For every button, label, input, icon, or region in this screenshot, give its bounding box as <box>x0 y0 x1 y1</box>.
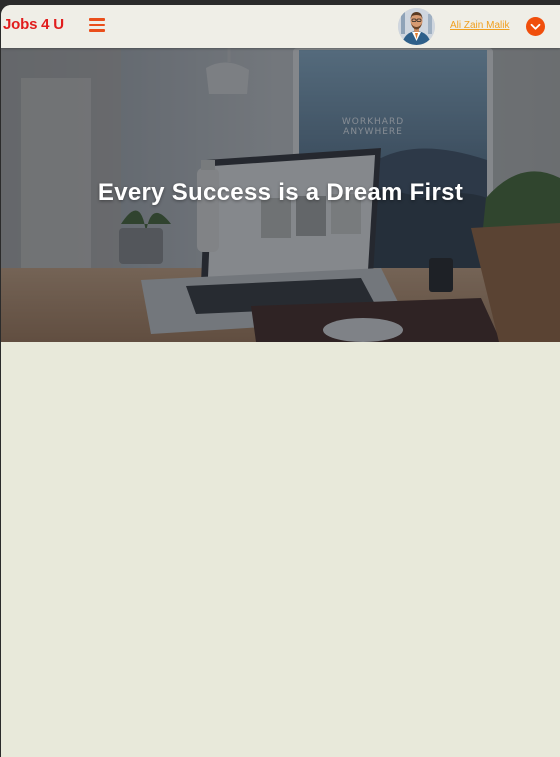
hamburger-menu-icon[interactable] <box>89 18 105 32</box>
user-name-link[interactable]: Ali Zain Malik <box>450 20 509 31</box>
browser-viewport: Jobs 4 U Ali Zain Malik WORKHARD ANYWHER… <box>1 5 560 757</box>
main-content <box>1 342 560 757</box>
avatar[interactable] <box>398 8 435 45</box>
navbar: Jobs 4 U Ali Zain Malik <box>1 5 560 48</box>
hero-heading: Every Success is a Dream First <box>97 179 464 206</box>
hero-banner: WORKHARD ANYWHERE Every Success is a Dre… <box>1 48 560 342</box>
brand-logo[interactable]: Jobs 4 U <box>3 16 64 33</box>
chevron-down-icon[interactable] <box>526 17 545 36</box>
